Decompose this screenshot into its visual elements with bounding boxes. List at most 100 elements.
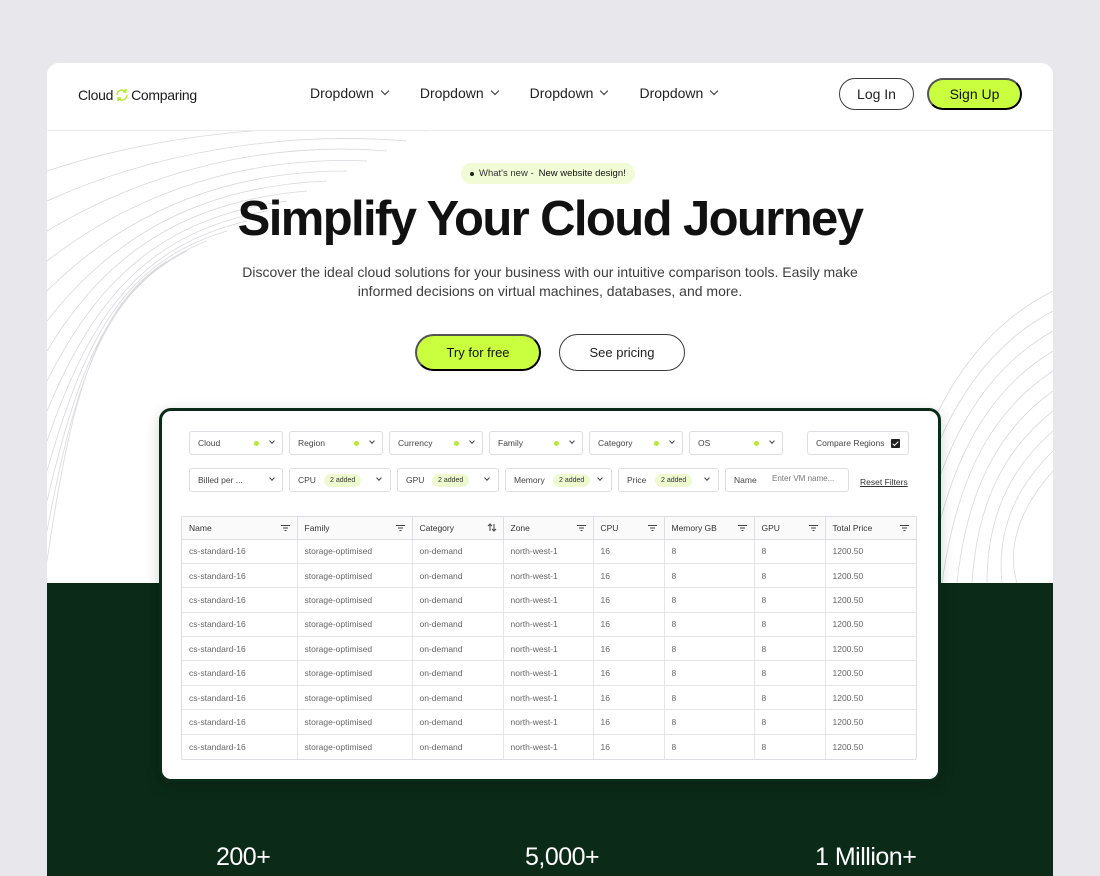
filter-label: Category (598, 438, 633, 448)
filter-lines-icon[interactable] (900, 525, 909, 531)
badge-highlight: New website design! (538, 168, 626, 179)
column-header-gpu[interactable]: GPU (754, 517, 826, 540)
filter-cpu[interactable]: CPU 2 added (289, 468, 391, 492)
table-cell: storage-optimised (297, 734, 413, 759)
table-cell: 8 (754, 587, 826, 613)
vm-name-input[interactable] (772, 474, 842, 483)
badge-prefix: What's new - (479, 168, 534, 179)
table-cell: 8 (754, 636, 826, 662)
table-cell: on-demand (412, 539, 504, 564)
see-pricing-button[interactable]: See pricing (559, 334, 685, 371)
filter-lines-icon[interactable] (737, 525, 747, 531)
whats-new-badge[interactable]: What's new - New website design! (461, 163, 635, 184)
table-cell: 1200.50 (825, 709, 916, 735)
filter-region[interactable]: Region (289, 431, 383, 455)
table-cell: 16 (593, 734, 665, 759)
table-cell: 8 (664, 587, 755, 613)
signup-button[interactable]: Sign Up (927, 78, 1022, 110)
table-cell: 1200.50 (825, 685, 916, 711)
table-row[interactable]: cs-standard-16 storage-optimised on-demand… (182, 539, 916, 564)
table-row[interactable]: cs-standard-16 storage-optimised on-demand… (182, 734, 916, 759)
table-row[interactable]: cs-standard-16 storage-optimised on-demand… (182, 636, 916, 662)
filter-label: Cloud (198, 438, 221, 448)
logo-text-left: Cloud (78, 87, 114, 103)
column-header-zone[interactable]: Zone (503, 517, 594, 540)
table-cell: cs-standard-16 (182, 563, 298, 589)
column-header-name[interactable]: Name (182, 517, 298, 540)
table-cell: 16 (593, 685, 665, 711)
column-header-cpu[interactable]: CPU (593, 517, 665, 540)
table-cell: on-demand (412, 685, 504, 711)
table-cell: cs-standard-16 (182, 734, 298, 759)
chevron-down-icon (269, 475, 275, 481)
logo[interactable]: Cloud Comparing (78, 87, 197, 103)
table-cell: 8 (754, 685, 826, 711)
filter-os[interactable]: OS (689, 431, 783, 455)
chevron-down-icon (704, 475, 710, 481)
table-cell: 8 (664, 709, 755, 735)
table-cell: on-demand (412, 563, 504, 589)
column-header-family[interactable]: Family (297, 517, 413, 540)
table-row[interactable]: cs-standard-16 storage-optimised on-demand… (182, 660, 916, 686)
top-nav: Cloud Comparing Dropdown Dropdown Dropdo… (47, 63, 1053, 131)
column-header-memory[interactable]: Memory GB (664, 517, 755, 540)
nav-dropdown-1[interactable]: Dropdown (310, 85, 390, 101)
table-row[interactable]: cs-standard-16 storage-optimised on-demand… (182, 587, 916, 613)
filter-currency[interactable]: Currency (389, 431, 483, 455)
filter-lines-icon[interactable] (576, 525, 586, 531)
table-cell: on-demand (412, 636, 504, 662)
compare-regions-toggle[interactable]: Compare Regions (807, 431, 909, 455)
table-cell: cs-standard-16 (182, 660, 298, 686)
chevron-down-icon (569, 438, 575, 444)
table-cell: 8 (664, 563, 755, 589)
table-cell: 1200.50 (825, 563, 916, 589)
table-cell: north-west-1 (503, 734, 594, 759)
filter-lines-icon[interactable] (808, 525, 818, 531)
table-cell: cs-standard-16 (182, 685, 298, 711)
filter-label: Price (627, 475, 647, 485)
column-label: Category (419, 522, 455, 533)
table-cell: 16 (593, 660, 665, 686)
nav-dropdown-3[interactable]: Dropdown (530, 85, 609, 101)
filter-cloud[interactable]: Cloud (189, 431, 283, 455)
filter-family[interactable]: Family (489, 431, 583, 455)
table-row[interactable]: cs-standard-16 storage-optimised on-demand… (182, 709, 916, 735)
filter-price[interactable]: Price 2 added (618, 468, 719, 492)
chevron-down-icon (376, 475, 382, 481)
filter-lines-icon[interactable] (647, 525, 657, 531)
table-cell: north-west-1 (503, 587, 594, 613)
login-button[interactable]: Log In (839, 78, 914, 110)
table-row[interactable]: cs-standard-16 storage-optimised on-demand… (182, 685, 916, 711)
table-cell: north-west-1 (503, 539, 594, 564)
table-cell: storage-optimised (297, 636, 413, 662)
filter-gpu[interactable]: GPU 2 added (397, 468, 499, 492)
filter-label: CPU (298, 475, 316, 485)
filter-lines-icon[interactable] (280, 525, 290, 531)
table-row[interactable]: cs-standard-16 storage-optimised on-demand… (182, 563, 916, 589)
table-cell: north-west-1 (503, 612, 594, 638)
table-cell: 16 (593, 539, 665, 564)
table-row[interactable]: cs-standard-16 storage-optimised on-demand… (182, 612, 916, 638)
logo-text-right: Comparing (131, 87, 197, 103)
nav-dropdown-2[interactable]: Dropdown (420, 85, 499, 101)
page-frame: Cloud Comparing Dropdown Dropdown Dropdo… (47, 63, 1053, 876)
checkbox-checked-icon (891, 439, 900, 448)
filter-billed-per[interactable]: Billed per ... (189, 468, 283, 492)
table-cell: 1200.50 (825, 612, 916, 638)
added-count-badge: 2 added (324, 474, 362, 487)
table-cell: 8 (664, 612, 755, 638)
filter-lines-icon[interactable] (395, 525, 405, 531)
sort-arrows-icon[interactable] (487, 523, 497, 532)
nav-dropdown-4[interactable]: Dropdown (639, 85, 719, 101)
filter-memory[interactable]: Memory 2 added (505, 468, 612, 492)
nav-dropdown-label: Dropdown (639, 85, 704, 101)
table-cell: 8 (664, 539, 755, 564)
filter-label: Family (498, 438, 524, 448)
column-header-category[interactable]: Category (412, 517, 504, 540)
try-for-free-button[interactable]: Try for free (415, 334, 541, 371)
filter-category[interactable]: Category (589, 431, 683, 455)
column-header-total-price[interactable]: Total Price (825, 517, 916, 540)
reset-filters-link[interactable]: Reset Filters (860, 477, 908, 487)
table-cell: cs-standard-16 (182, 709, 298, 735)
table-cell: 8 (754, 734, 826, 759)
